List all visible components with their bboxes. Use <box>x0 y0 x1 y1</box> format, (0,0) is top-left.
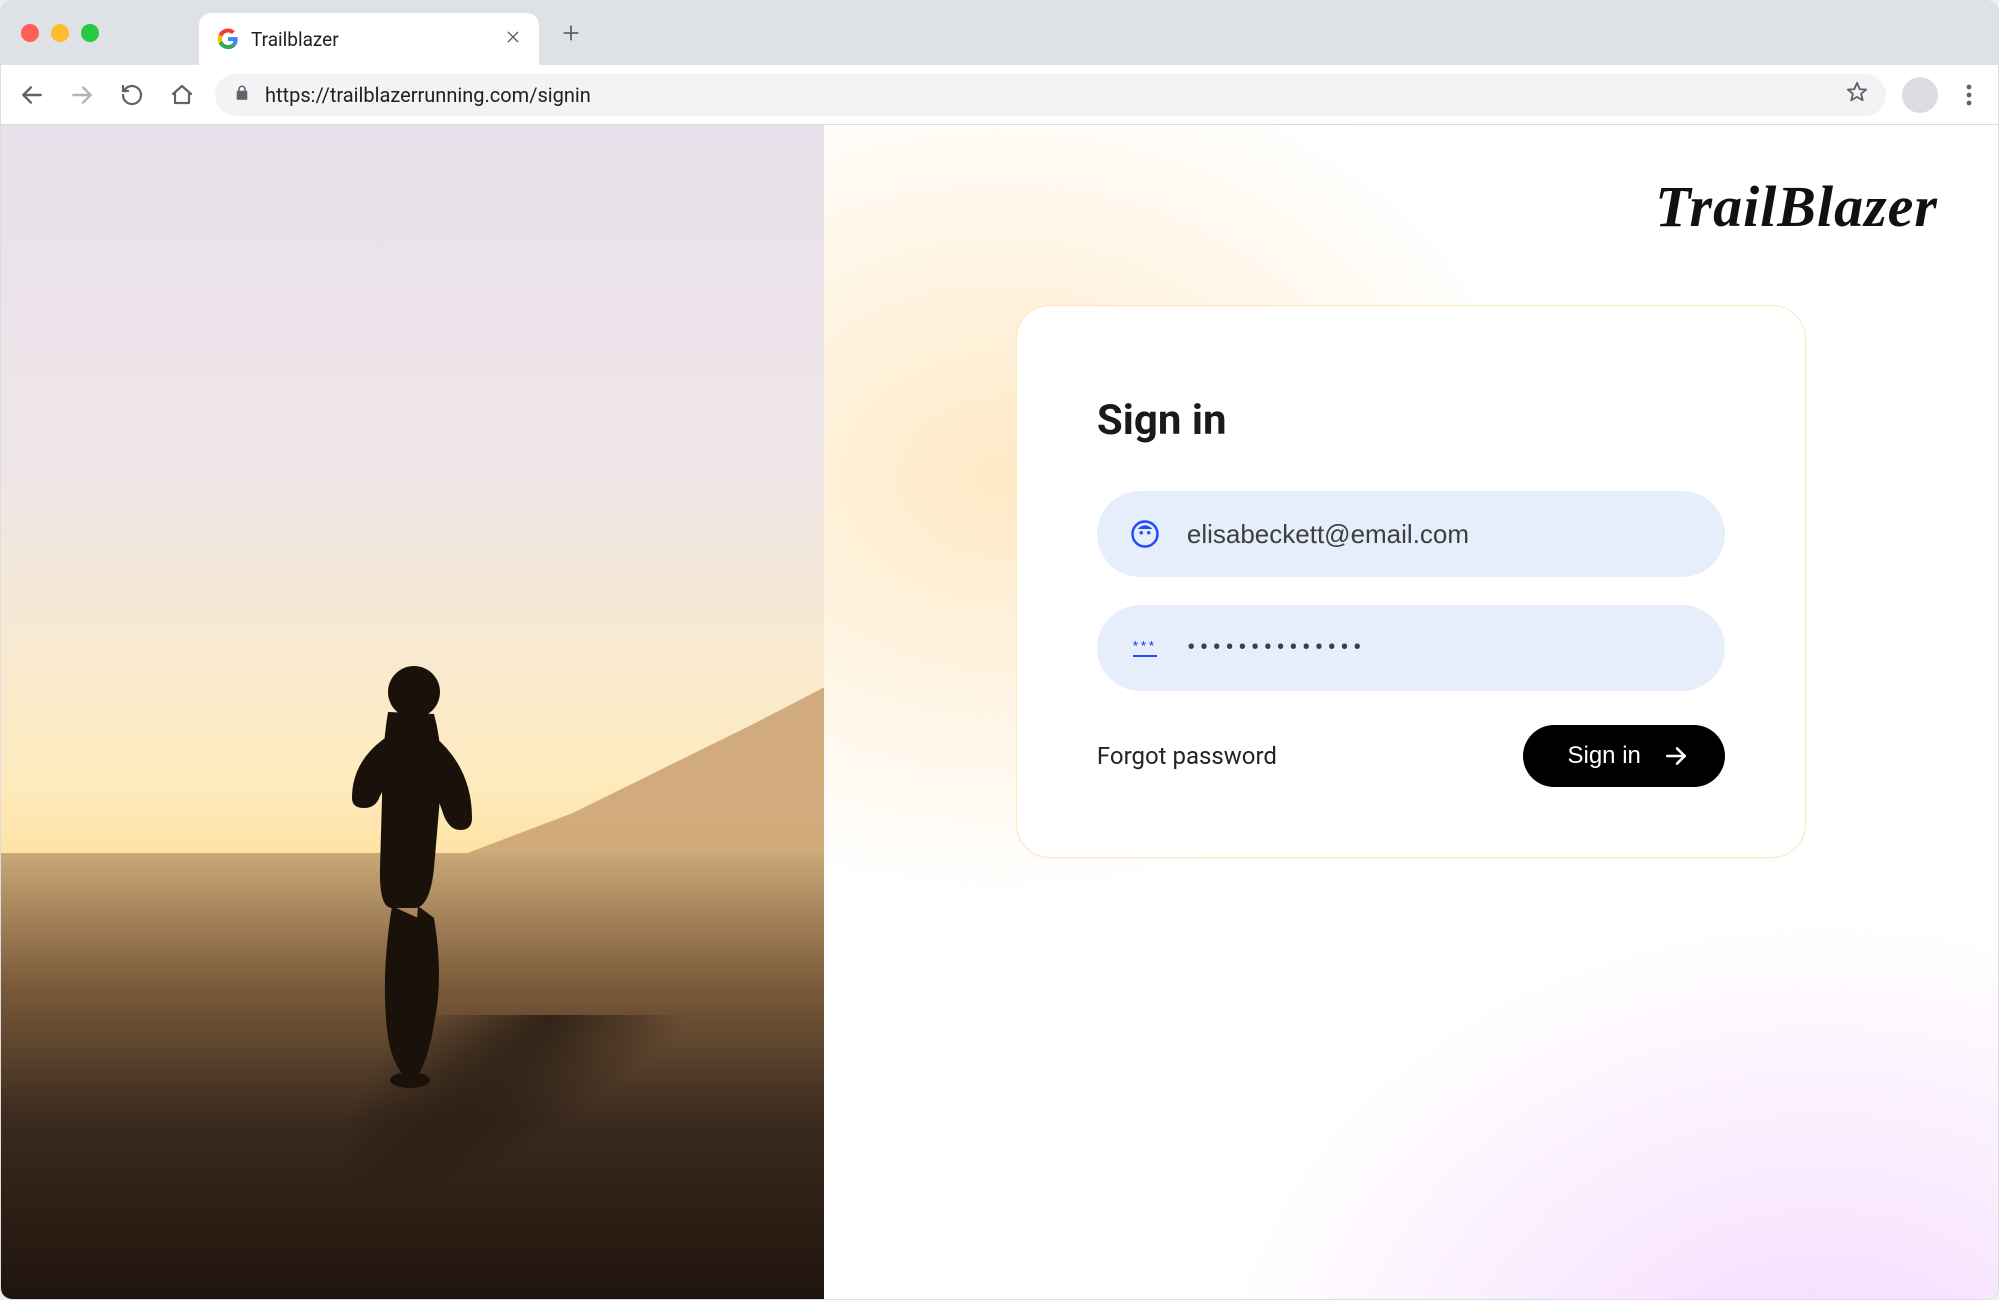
window-controls <box>21 24 99 42</box>
password-input[interactable]: •••••••••••••• <box>1187 633 1366 663</box>
email-input[interactable] <box>1187 519 1693 550</box>
tab-strip: Trailblazer <box>1 1 1998 65</box>
profile-avatar[interactable] <box>1902 77 1938 113</box>
new-tab-button[interactable] <box>549 11 593 55</box>
signin-button[interactable]: Sign in <box>1523 725 1724 787</box>
bookmark-star-icon[interactable] <box>1846 81 1868 108</box>
address-bar[interactable]: https://trailblazerrunning.com/signin <box>215 74 1886 116</box>
runner-silhouette-icon <box>322 658 502 1088</box>
back-button[interactable] <box>15 78 49 112</box>
lock-icon <box>233 83 251 107</box>
hero-image <box>1 125 824 1299</box>
actions-row: Forgot password Sign in <box>1097 725 1725 787</box>
signin-card: Sign in *** <box>1016 305 1806 858</box>
password-icon: *** <box>1129 632 1161 664</box>
home-button[interactable] <box>165 78 199 112</box>
page-viewport: TrailBlazer Sign in <box>1 125 1998 1299</box>
browser-window: Trailblazer https://trailblazerrunning.c… <box>0 0 1999 1300</box>
signin-button-label: Sign in <box>1567 742 1640 770</box>
url-text: https://trailblazerrunning.com/signin <box>265 83 591 107</box>
overflow-menu-button[interactable] <box>1954 84 1984 106</box>
window-zoom-button[interactable] <box>81 24 99 42</box>
tab-close-button[interactable] <box>505 29 521 50</box>
browser-toolbar: https://trailblazerrunning.com/signin <box>1 65 1998 125</box>
reload-button[interactable] <box>115 78 149 112</box>
forgot-password-link[interactable]: Forgot password <box>1097 742 1277 770</box>
browser-tab-active[interactable]: Trailblazer <box>199 13 539 65</box>
window-close-button[interactable] <box>21 24 39 42</box>
favicon-google-icon <box>217 28 239 50</box>
signin-title: Sign in <box>1097 396 1725 445</box>
password-field-wrapper[interactable]: *** •••••••••••••• <box>1097 605 1725 691</box>
arrow-right-icon <box>1663 743 1689 769</box>
user-avatar-icon <box>1129 518 1161 550</box>
form-pane: TrailBlazer Sign in <box>824 125 1998 1299</box>
window-minimize-button[interactable] <box>51 24 69 42</box>
forward-button[interactable] <box>65 78 99 112</box>
brand-logo: TrailBlazer <box>1655 173 1938 240</box>
tab-title: Trailblazer <box>251 28 493 51</box>
email-field-wrapper[interactable] <box>1097 491 1725 577</box>
